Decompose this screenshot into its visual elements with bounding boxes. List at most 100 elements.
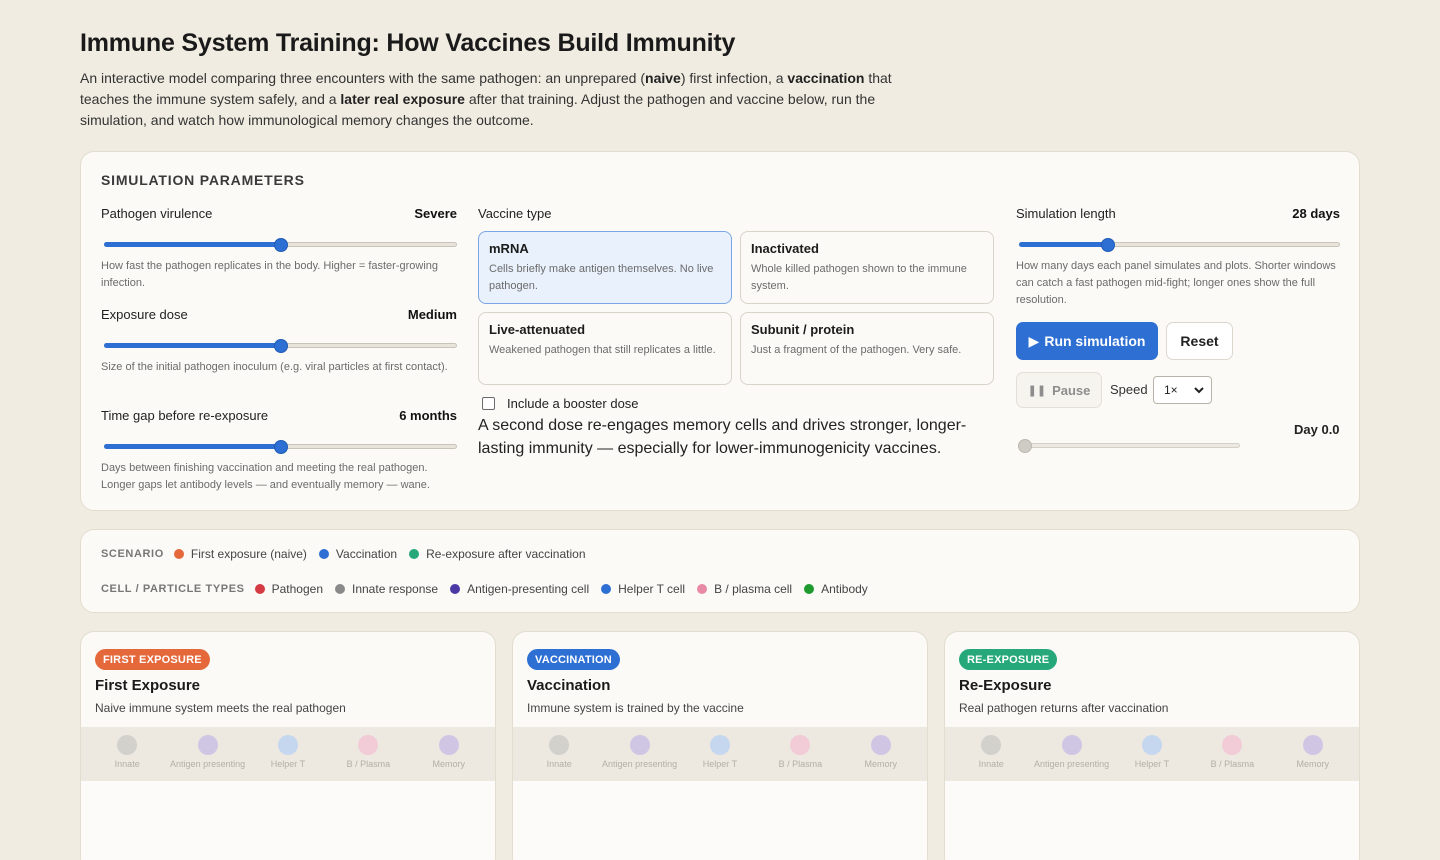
cell-icon <box>1141 735 1162 755</box>
vaccine-option-subunit[interactable]: Subunit / protein Just a fragment of the… <box>740 312 994 385</box>
dose-slider[interactable] <box>101 339 457 353</box>
cell-type: Helper T <box>1112 727 1192 781</box>
scenario-badge: RE-EXPOSURE <box>959 649 1058 670</box>
speed-value: 1× <box>1164 383 1178 397</box>
plot-area <box>945 781 1359 860</box>
plot-area <box>81 781 495 860</box>
legend-dot <box>335 584 345 594</box>
virulence-slider[interactable] <box>101 238 457 252</box>
legend-label: B / plasma cell <box>714 582 793 596</box>
panel-re-exposure: RE-EXPOSURE Re-Exposure Real pathogen re… <box>944 631 1360 860</box>
legend-item: B / plasma cell <box>697 582 792 596</box>
plot-area <box>513 781 927 860</box>
cell-icon <box>438 735 459 755</box>
slider-fill <box>104 444 277 449</box>
cell-label: B / Plasma <box>1210 759 1255 769</box>
slider-fill <box>104 242 277 247</box>
cell-strip: Innate Antigen presenting Helper T B / Plas… <box>945 727 1359 781</box>
legend-item: Antibody <box>804 582 868 596</box>
slider-thumb[interactable] <box>1100 238 1115 252</box>
vaccine-option-inactivated[interactable]: Inactivated Whole killed pathogen shown … <box>740 231 994 304</box>
virulence-description: How fast the pathogen replicates in the … <box>101 260 439 289</box>
vaccine-option-description: Weakened pathogen that still replicates … <box>489 344 716 356</box>
simulation-parameters-card: SIMULATION PARAMETERS Pathogen virulence… <box>80 151 1360 511</box>
booster-toggle[interactable]: Include a booster dose <box>482 396 639 411</box>
panel-subtitle: Naive immune system meets the real patho… <box>95 701 346 715</box>
legend-item: First exposure (naive) <box>173 547 307 561</box>
cell-type: B / Plasma <box>760 727 840 781</box>
cell-legend-key: CELL / PARTICLE TYPES <box>101 583 245 595</box>
panel-title: Re-Exposure <box>959 677 1052 694</box>
legend-item: Pathogen <box>254 582 323 596</box>
cell-icon <box>870 735 891 755</box>
cell-label: B / Plasma <box>346 759 391 769</box>
speed-label: Speed <box>1110 382 1148 397</box>
cell-type: Memory <box>841 727 921 781</box>
dose-value: Medium <box>407 307 457 322</box>
cell-type: B / Plasma <box>328 727 408 781</box>
legend-label: First exposure (naive) <box>190 547 307 561</box>
slider-thumb[interactable] <box>1018 439 1032 453</box>
cell-label: Innate <box>114 759 140 769</box>
page-title: Immune System Training: How Vaccines Bui… <box>80 29 736 57</box>
scenario-badge: VACCINATION <box>527 649 620 670</box>
legend-label: Pathogen <box>271 582 323 596</box>
cell-type: Helper T <box>680 727 760 781</box>
legend-label: Vaccination <box>335 547 398 561</box>
cell-strip: Innate Antigen presenting Helper T B / Plas… <box>513 727 927 781</box>
reset-button[interactable]: Reset <box>1166 322 1233 360</box>
legend-dot <box>318 549 329 559</box>
cell-icon <box>629 735 650 755</box>
cell-type: Antigen presenting <box>600 727 680 781</box>
vaccine-option-description: Just a fragment of the pathogen. Very sa… <box>751 344 962 356</box>
length-control: Simulation length 28 days How many days … <box>1016 206 1340 309</box>
gap-slider[interactable] <box>101 440 457 454</box>
panel-subtitle: Immune system is trained by the vaccine <box>527 701 744 715</box>
run-simulation-button[interactable]: ▶ Run simulation <box>1016 322 1158 360</box>
gap-control: Time gap before re-exposure 6 months Day… <box>101 408 457 494</box>
length-label: Simulation length <box>1016 206 1116 221</box>
cell-icon <box>197 735 218 755</box>
cell-type: Memory <box>1273 727 1353 781</box>
cell-label: Innate <box>978 759 1004 769</box>
vaccine-option-live-attenuated[interactable]: Live-attenuated Weakened pathogen that s… <box>478 312 732 385</box>
slider-thumb[interactable] <box>274 339 288 353</box>
pause-button[interactable]: ❚❚ Pause <box>1016 372 1102 408</box>
length-slider[interactable] <box>1016 238 1340 252</box>
vaccine-option-mrna[interactable]: mRNA Cells briefly make antigen themselv… <box>478 231 732 304</box>
legend-dot <box>409 549 420 559</box>
cell-icon <box>117 735 138 755</box>
virulence-label: Pathogen virulence <box>101 206 213 221</box>
speed-select[interactable]: 1× <box>1153 376 1212 404</box>
booster-checkbox[interactable] <box>482 397 495 410</box>
cell-label: Helper T <box>270 759 306 769</box>
legend-item: Helper T cell <box>601 582 685 596</box>
panel-subtitle: Real pathogen returns after vaccination <box>959 701 1169 715</box>
legend-label: Helper T cell <box>618 582 686 596</box>
legend-card: SCENARIO First exposure (naive) Vaccinat… <box>80 529 1360 613</box>
vaccine-option-name: mRNA <box>489 241 529 256</box>
cell-strip: Innate Antigen presenting Helper T B / Plas… <box>81 727 495 781</box>
dose-label: Exposure dose <box>101 307 188 322</box>
legend-item: Antigen-presenting cell <box>450 582 589 596</box>
booster-description: A second dose re-engages memory cells an… <box>478 417 967 457</box>
scenario-legend-key: SCENARIO <box>101 548 164 560</box>
cell-label: Memory <box>1296 759 1329 769</box>
slider-track <box>1018 443 1240 448</box>
panel-vaccination: VACCINATION Vaccination Immune system is… <box>512 631 928 860</box>
cell-type: Helper T <box>248 727 328 781</box>
vaccine-option-name: Subunit / protein <box>751 322 855 337</box>
cell-icon <box>790 735 811 755</box>
slider-thumb[interactable] <box>274 238 288 252</box>
cell-label: B / Plasma <box>778 759 823 769</box>
booster-label: Include a booster dose <box>507 396 639 411</box>
cell-label: Memory <box>432 759 465 769</box>
panel-first-exposure: FIRST EXPOSURE First Exposure Naive immu… <box>80 631 496 860</box>
virulence-control: Pathogen virulence Severe How fast the p… <box>101 206 457 292</box>
timeline-slider[interactable] <box>1018 439 1240 453</box>
cell-icon <box>549 735 570 755</box>
section-title: SIMULATION PARAMETERS <box>101 172 305 188</box>
legend-label: Re-exposure after vaccination <box>426 547 586 561</box>
cell-label: Innate <box>546 759 572 769</box>
slider-thumb[interactable] <box>274 440 288 454</box>
